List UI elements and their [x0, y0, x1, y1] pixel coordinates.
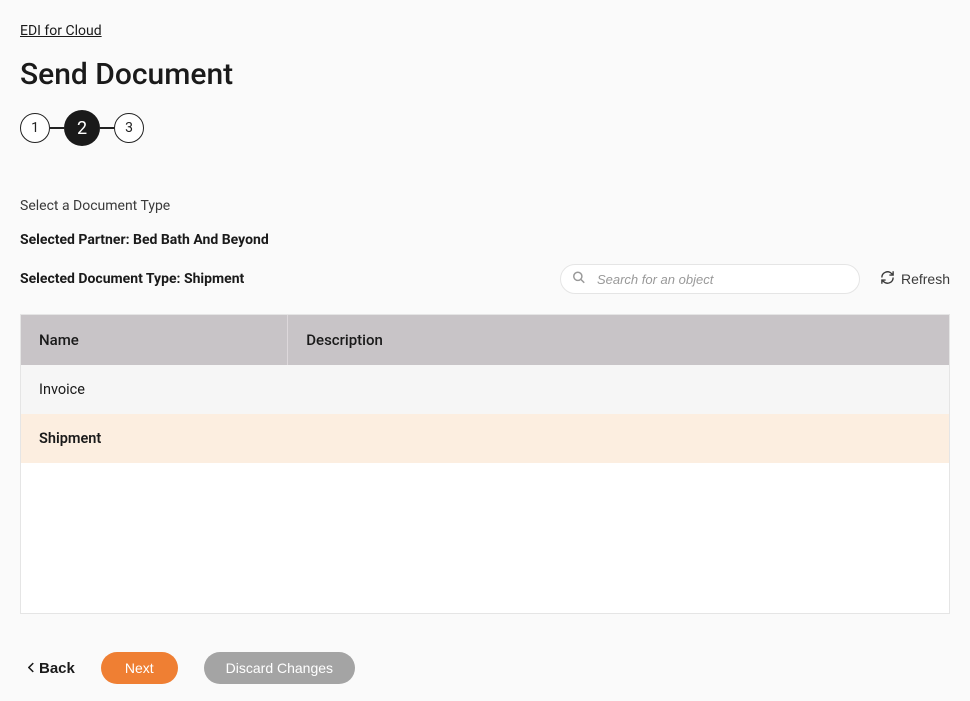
step-connector — [100, 127, 114, 129]
page-title: Send Document — [20, 57, 950, 92]
search-input[interactable] — [560, 264, 860, 294]
step-1[interactable]: 1 — [20, 113, 50, 143]
cell-description — [288, 365, 949, 414]
selected-partner-text: Selected Partner: Bed Bath And Beyond — [20, 232, 950, 248]
back-label: Back — [39, 660, 75, 677]
step-connector — [50, 127, 64, 129]
cell-description — [288, 414, 949, 463]
table-body: Invoice Shipment — [21, 365, 949, 613]
cell-name: Invoice — [21, 365, 288, 414]
chevron-left-icon — [28, 660, 35, 677]
doctype-table: Name Description Invoice Shipment — [20, 314, 950, 614]
footer-actions: Back Next Discard Changes — [20, 652, 950, 684]
discard-button[interactable]: Discard Changes — [204, 652, 355, 684]
section-label: Select a Document Type — [20, 198, 950, 214]
search-box — [560, 264, 860, 294]
back-button[interactable]: Back — [20, 660, 75, 677]
table-row[interactable]: Invoice — [21, 365, 949, 414]
selected-doctype-text: Selected Document Type: Shipment — [20, 271, 244, 287]
th-name: Name — [21, 315, 288, 365]
breadcrumb-link[interactable]: EDI for Cloud — [20, 23, 102, 39]
next-button[interactable]: Next — [101, 652, 178, 684]
refresh-icon — [880, 270, 895, 288]
th-description: Description — [288, 315, 949, 365]
refresh-label: Refresh — [901, 271, 950, 287]
table-row[interactable]: Shipment — [21, 414, 949, 463]
cell-name: Shipment — [21, 414, 288, 463]
table-header: Name Description — [21, 315, 949, 365]
refresh-button[interactable]: Refresh — [880, 270, 950, 288]
step-2[interactable]: 2 — [64, 110, 100, 146]
stepper: 1 2 3 — [20, 110, 950, 146]
step-3[interactable]: 3 — [114, 113, 144, 143]
